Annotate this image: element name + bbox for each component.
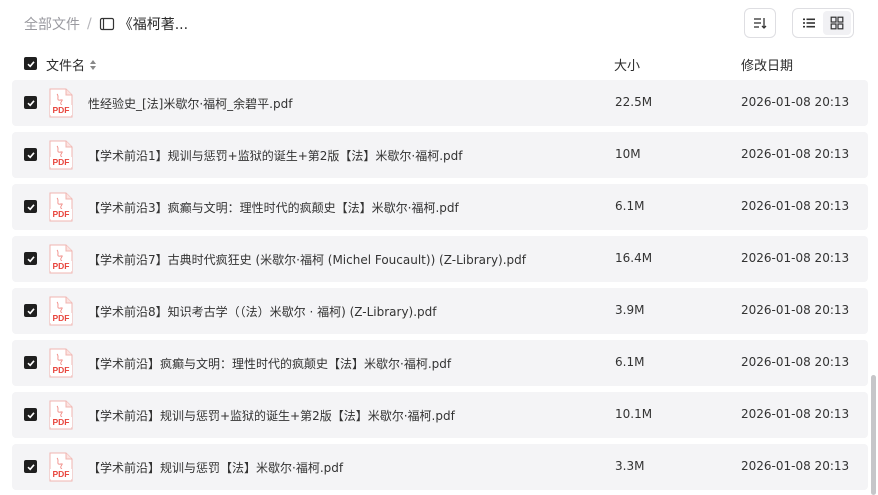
file-name[interactable]: 【学术前沿】规训与惩罚+监狱的诞生+第2版【法】米歇尔·福柯.pdf	[88, 407, 455, 424]
list-view-button[interactable]	[795, 11, 823, 35]
checkbox-checked-icon	[26, 99, 35, 106]
table-row[interactable]: PDF 【学术前沿1】规训与惩罚+监狱的诞生+第2版【法】米歇尔·福柯.pdf 10…	[12, 132, 868, 178]
pdf-file-icon: PDF	[49, 452, 73, 482]
svg-text:PDF: PDF	[53, 261, 70, 271]
file-modified-date: 2026-01-08 20:13	[741, 407, 850, 421]
file-size: 3.3M	[615, 459, 645, 473]
file-modified-date: 2026-01-08 20:13	[741, 459, 850, 473]
row-checkbox[interactable]	[24, 96, 37, 109]
column-header-name-label: 文件名	[46, 59, 86, 74]
file-name[interactable]: 【学术前沿3】疯癫与文明：理性时代的疯颠史【法】米歇尔·福柯.pdf	[88, 199, 459, 216]
grid-view-icon	[830, 16, 844, 30]
file-name[interactable]: 【学术前沿1】规训与惩罚+监狱的诞生+第2版【法】米歇尔·福柯.pdf	[88, 147, 462, 164]
file-modified-date: 2026-01-08 20:13	[741, 355, 850, 369]
column-header-name[interactable]: 文件名	[46, 55, 97, 74]
book-icon	[99, 17, 114, 31]
svg-text:PDF: PDF	[53, 469, 70, 479]
breadcrumb-separator: /	[87, 16, 92, 32]
checkbox-checked-icon	[26, 359, 35, 366]
file-size: 6.1M	[615, 355, 645, 369]
svg-text:PDF: PDF	[53, 417, 70, 427]
table-row[interactable]: PDF 【学术前沿】规训与惩罚【法】米歇尔·福柯.pdf 3.3M 2026-01-0…	[12, 444, 868, 490]
svg-text:PDF: PDF	[53, 365, 70, 375]
file-modified-date: 2026-01-08 20:13	[741, 199, 850, 213]
table-row[interactable]: PDF 性经验史_[法]米歇尔·福柯_余碧平.pdf 22.5M 2026-01-08…	[12, 80, 868, 126]
table-row[interactable]: PDF 【学术前沿】疯癫与文明：理性时代的疯颠史【法】米歇尔·福柯.pdf 6.1M…	[12, 340, 868, 386]
file-modified-date: 2026-01-08 20:13	[741, 303, 850, 317]
file-size: 10.1M	[615, 407, 653, 421]
pdf-file-icon: PDF	[49, 296, 73, 326]
pdf-file-icon: PDF	[49, 140, 73, 170]
file-name[interactable]: 【学术前沿】疯癫与文明：理性时代的疯颠史【法】米歇尔·福柯.pdf	[88, 355, 451, 372]
file-modified-date: 2026-01-08 20:13	[741, 95, 850, 109]
table-row[interactable]: PDF 【学术前沿】规训与惩罚+监狱的诞生+第2版【法】米歇尔·福柯.pdf 10.…	[12, 392, 868, 438]
row-checkbox[interactable]	[24, 408, 37, 421]
row-checkbox[interactable]	[24, 200, 37, 213]
sort-caret-icon	[90, 59, 97, 70]
file-size: 3.9M	[615, 303, 645, 317]
file-name[interactable]: 【学术前沿7】古典时代疯狂史 (米歇尔·福柯 (Michel Foucault)…	[88, 251, 526, 268]
svg-text:PDF: PDF	[53, 313, 70, 323]
breadcrumb: 全部文件 / 《福柯著...	[24, 14, 188, 34]
column-header-size[interactable]: 大小	[614, 55, 640, 74]
table-row[interactable]: PDF 【学术前沿7】古典时代疯狂史 (米歇尔·福柯 (Michel Foucau…	[12, 236, 868, 282]
scrollbar-thumb[interactable]	[871, 375, 876, 495]
pdf-file-icon: PDF	[49, 192, 73, 222]
file-size: 22.5M	[615, 95, 653, 109]
grid-view-button[interactable]	[823, 11, 851, 35]
svg-text:PDF: PDF	[53, 105, 70, 115]
checkbox-checked-icon	[26, 255, 35, 262]
row-checkbox[interactable]	[24, 148, 37, 161]
file-size: 10M	[615, 147, 641, 161]
table-header: 文件名 大小 修改日期	[12, 52, 868, 76]
table-row[interactable]: PDF 【学术前沿3】疯癫与文明：理性时代的疯颠史【法】米歇尔·福柯.pdf 6.1…	[12, 184, 868, 230]
checkbox-checked-icon	[26, 411, 35, 418]
column-header-modified[interactable]: 修改日期	[741, 55, 793, 74]
checkbox-checked-icon	[26, 151, 35, 158]
file-size: 16.4M	[615, 251, 653, 265]
table-row[interactable]: PDF 【学术前沿8】知识考古学（（法）米歇尔 · 福柯) (Z-Library)…	[12, 288, 868, 334]
file-name[interactable]: 【学术前沿8】知识考古学（（法）米歇尔 · 福柯) (Z-Library).pd…	[88, 303, 437, 320]
svg-text:PDF: PDF	[53, 209, 70, 219]
sort-icon	[754, 18, 767, 29]
file-modified-date: 2026-01-08 20:13	[741, 147, 850, 161]
row-checkbox[interactable]	[24, 252, 37, 265]
checkbox-checked-icon	[26, 60, 35, 67]
checkbox-checked-icon	[26, 307, 35, 314]
row-checkbox[interactable]	[24, 460, 37, 473]
checkbox-checked-icon	[26, 463, 35, 470]
breadcrumb-root[interactable]: 全部文件	[24, 14, 80, 34]
checkbox-checked-icon	[26, 203, 35, 210]
sort-button[interactable]	[744, 8, 776, 38]
row-checkbox[interactable]	[24, 356, 37, 369]
svg-text:PDF: PDF	[53, 157, 70, 167]
pdf-file-icon: PDF	[49, 88, 73, 118]
file-name[interactable]: 性经验史_[法]米歇尔·福柯_余碧平.pdf	[88, 95, 292, 112]
select-all-checkbox[interactable]	[24, 57, 37, 70]
breadcrumb-current: 《福柯著...	[118, 17, 189, 33]
pdf-file-icon: PDF	[49, 348, 73, 378]
pdf-file-icon: PDF	[49, 400, 73, 430]
file-modified-date: 2026-01-08 20:13	[741, 251, 850, 265]
file-name[interactable]: 【学术前沿】规训与惩罚【法】米歇尔·福柯.pdf	[88, 459, 343, 476]
pdf-file-icon: PDF	[49, 244, 73, 274]
row-checkbox[interactable]	[24, 304, 37, 317]
file-size: 6.1M	[615, 199, 645, 213]
view-toggle-group	[792, 8, 854, 38]
list-view-icon	[803, 18, 815, 28]
